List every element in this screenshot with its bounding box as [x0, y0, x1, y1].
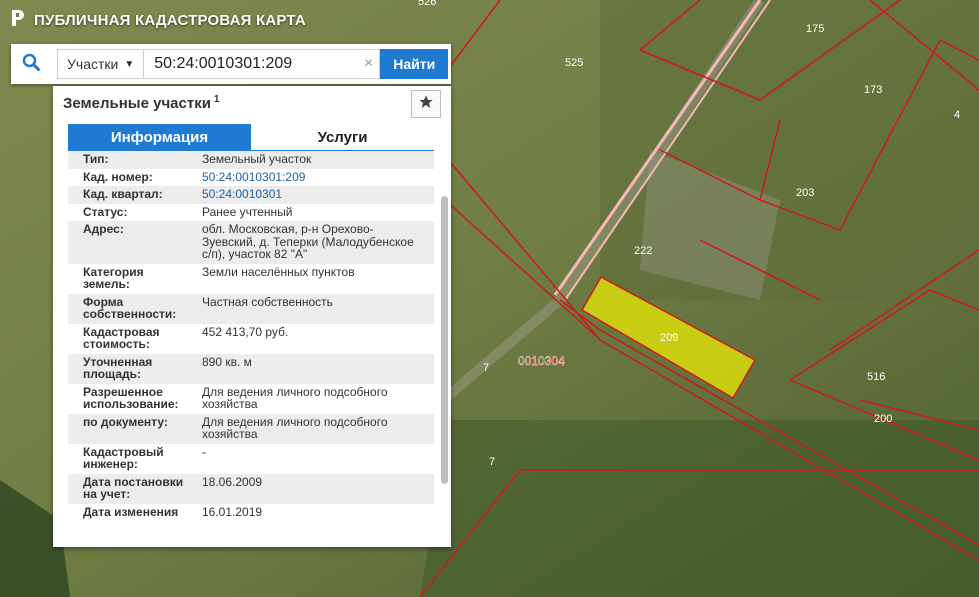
- attr-label: Уточненная площадь:: [83, 354, 153, 381]
- find-button[interactable]: Найти: [380, 49, 449, 79]
- attr-row: Форма собственности: Частная собственност…: [68, 293, 434, 324]
- attr-row: Разрешенное использование: Для ведения ли…: [68, 384, 434, 414]
- attr-label: Форма собственности:: [83, 294, 177, 321]
- attr-row: Кад. номер: 50:24:0010301:209: [68, 169, 434, 187]
- app-brand[interactable]: ПУБЛИЧНАЯ КАДАСТРОВАЯ КАРТА: [10, 8, 306, 33]
- parcel-label-516: 516: [867, 371, 885, 383]
- info-panel: Земельные участки 1 Информация Услуги Тип…: [53, 86, 451, 547]
- attr-label: Кад. номер:: [83, 169, 153, 184]
- pkk-logo-icon: [10, 8, 26, 33]
- favorite-button[interactable]: [411, 90, 441, 118]
- app-title: ПУБЛИЧНАЯ КАДАСТРОВАЯ КАРТА: [34, 12, 306, 29]
- attr-label: Кадастровый инженер:: [83, 444, 164, 471]
- attr-value: Ранее учтенный: [202, 204, 293, 219]
- cadastral-number-link[interactable]: 50:24:0010301:209: [187, 170, 419, 184]
- clear-icon[interactable]: ×: [364, 55, 373, 73]
- attr-value: Для ведения личного подсобного хозяйства: [202, 384, 388, 411]
- search-icon: [22, 53, 40, 76]
- attr-value: 18.06.2009: [202, 474, 263, 489]
- search-type-select[interactable]: Участки ▼: [57, 49, 145, 79]
- cadastral-quarter-link[interactable]: 50:24:0010301: [187, 188, 419, 201]
- parcel-label-200: 200: [874, 413, 892, 425]
- parcel-label-525: 525: [565, 57, 583, 69]
- attribute-table: Тип: Земельный участок Кад. номер: 50:24:0…: [68, 151, 434, 543]
- attr-row: Кад. квартал: 50:24:0010301: [68, 186, 434, 204]
- search-button[interactable]: [11, 44, 51, 84]
- caret-down-icon: ▼: [124, 58, 135, 70]
- panel-scrollbar[interactable]: [441, 182, 448, 542]
- attr-value: 16.01.2019: [202, 504, 263, 519]
- attr-label: Дата изменения: [83, 504, 179, 519]
- quarter-label: 0010304: [518, 354, 565, 368]
- attr-value: Частная собственность: [202, 294, 333, 309]
- search-bar: Участки ▼ × Найти: [11, 44, 451, 84]
- result-count: 1: [213, 94, 220, 105]
- parcel-label-222: 222: [634, 245, 652, 257]
- attr-row: Дата постановки на учет: 18.06.2009: [68, 473, 434, 504]
- parcel-label-526: 526: [418, 0, 436, 8]
- parcel-label-7b: 7: [489, 456, 495, 468]
- attr-row: Кадастровая стоимость: 452 413,70 руб.: [68, 324, 434, 354]
- attr-row: по документу: Для ведения личного подсобн…: [68, 413, 434, 444]
- parcel-label-203: 203: [796, 187, 814, 199]
- attr-value: -: [202, 444, 206, 459]
- panel-header: Земельные участки 1: [53, 86, 451, 122]
- search-input[interactable]: [144, 50, 380, 78]
- attr-value: Земли населённых пунктов: [202, 264, 355, 279]
- attr-value: 452 413,70 руб.: [202, 324, 289, 339]
- attr-row: Тип: Земельный участок: [68, 151, 434, 169]
- attr-row: Категория земель: Земли населённых пункто…: [68, 264, 434, 294]
- attr-label: по документу:: [83, 414, 168, 429]
- attr-value: Для ведения личного подсобного хозяйства: [202, 414, 388, 441]
- attr-row: Статус: Ранее учтенный: [68, 204, 434, 222]
- star-icon: [418, 94, 434, 115]
- search-type-label: Участки: [67, 56, 119, 72]
- parcel-label-173: 173: [864, 84, 882, 96]
- parcel-label-209: 209: [660, 332, 678, 344]
- attr-row: Адрес: обл. Московская, р-н Орехово-Зуевс…: [68, 221, 434, 264]
- parcel-label-175: 175: [806, 23, 824, 35]
- attr-row: Дата изменения 16.01.2019: [68, 504, 434, 522]
- parcel-label-4: 4: [954, 109, 960, 121]
- attr-label: Адрес:: [83, 222, 124, 236]
- attr-value: обл. Московская, р-н Орехово-Зуевский, д…: [202, 222, 414, 261]
- attr-label: Кад. квартал:: [83, 187, 163, 201]
- attr-label: Кадастровая стоимость:: [83, 324, 160, 351]
- attr-label: Категория земель:: [83, 264, 144, 291]
- parcel-label-7a: 7: [483, 362, 489, 374]
- attr-row: Уточненная площадь: 890 кв. м: [68, 353, 434, 384]
- panel-title: Земельные участки 1: [63, 94, 219, 112]
- attr-label: Статус:: [83, 204, 128, 219]
- search-query-box: ×: [144, 49, 381, 79]
- attr-label: Разрешенное использование:: [83, 384, 179, 411]
- scrollbar-thumb[interactable]: [441, 196, 448, 484]
- tab-info[interactable]: Информация: [68, 124, 251, 150]
- panel-title-text: Земельные участки: [63, 95, 211, 112]
- tab-services[interactable]: Услуги: [251, 124, 434, 150]
- attr-value: Земельный участок: [202, 152, 312, 166]
- attr-label: Тип:: [83, 152, 109, 166]
- attr-value: 890 кв. м: [202, 354, 252, 369]
- panel-tabs: Информация Услуги: [68, 124, 434, 151]
- dark-field-patch: [420, 420, 979, 597]
- attr-label: Дата постановки на учет:: [83, 474, 184, 501]
- attr-row: Кадастровый инженер: -: [68, 444, 434, 474]
